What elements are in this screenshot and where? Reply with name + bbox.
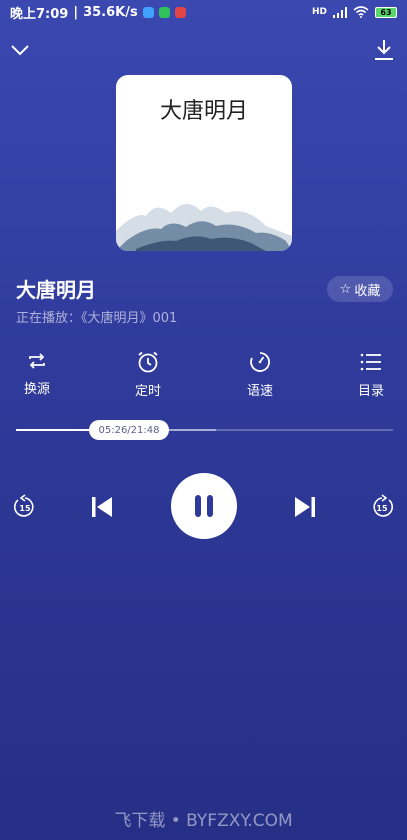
- catalog-button[interactable]: 目录: [341, 350, 401, 399]
- forward-seconds: 15: [376, 504, 388, 513]
- list-icon: [360, 353, 381, 371]
- switch-source-label: 换源: [23, 382, 50, 397]
- track-title: 大唐明月: [16, 278, 96, 302]
- signal-icon: [333, 6, 347, 18]
- speed-button[interactable]: 语速: [230, 350, 290, 399]
- status-time: 晚上7:09: [10, 6, 69, 22]
- battery-icon: 63: [375, 6, 397, 18]
- mountain-painting: [116, 203, 292, 251]
- pause-icon: [195, 495, 213, 517]
- wechat-icon: [158, 6, 170, 18]
- now-playing-text: 正在播放：《大唐明月》001: [16, 307, 177, 326]
- star-icon: ☆: [339, 281, 352, 297]
- status-speed: 35.6K/s: [83, 4, 138, 20]
- forward-15-icon: 15: [373, 494, 394, 517]
- progress-bar[interactable]: [16, 429, 393, 431]
- rewind-15-button[interactable]: 15: [12, 494, 38, 520]
- favorite-button[interactable]: ☆ 收藏: [327, 276, 393, 302]
- progress-time: 05:26/21:48: [98, 424, 160, 436]
- previous-button[interactable]: [90, 495, 114, 519]
- timer-button[interactable]: 定时: [118, 350, 178, 399]
- alarm-clock-icon: [138, 351, 158, 373]
- app-notification-icon: [174, 6, 186, 18]
- cover-title: 大唐明月: [159, 99, 248, 124]
- chevron-down-icon[interactable]: [8, 38, 32, 62]
- watermark: 飞下载 • BYFZXY.COM: [114, 811, 293, 831]
- timer-label: 定时: [134, 384, 161, 399]
- album-cover: 大唐明月: [116, 75, 292, 251]
- rewind-15-icon: 15: [13, 494, 34, 517]
- forward-15-button[interactable]: 15: [369, 494, 395, 520]
- speed-label: 语速: [246, 384, 273, 399]
- catalog-label: 目录: [357, 384, 384, 399]
- notification-app-icon: [142, 6, 154, 18]
- rewind-seconds: 15: [19, 504, 31, 513]
- skip-next-icon: [295, 497, 315, 517]
- status-bar: 晚上7:09 | 35.6K/s HD 63: [0, 0, 407, 24]
- switch-source-button[interactable]: 换源: [7, 350, 67, 397]
- pause-button[interactable]: [171, 473, 237, 539]
- now-playing-value: 《大唐明月》001: [81, 311, 178, 326]
- skip-previous-icon: [92, 497, 112, 517]
- next-button[interactable]: [293, 495, 317, 519]
- status-separator: |: [73, 4, 79, 20]
- progress-thumb[interactable]: 05:26/21:48: [89, 420, 169, 440]
- switch-source-icon: [29, 353, 45, 369]
- wifi-icon: [353, 6, 369, 18]
- network-label: HD: [311, 7, 327, 17]
- now-playing-label: 正在播放：: [16, 311, 82, 326]
- speed-icon: [250, 352, 270, 372]
- download-icon[interactable]: [372, 38, 396, 62]
- favorite-label: 收藏: [354, 283, 381, 299]
